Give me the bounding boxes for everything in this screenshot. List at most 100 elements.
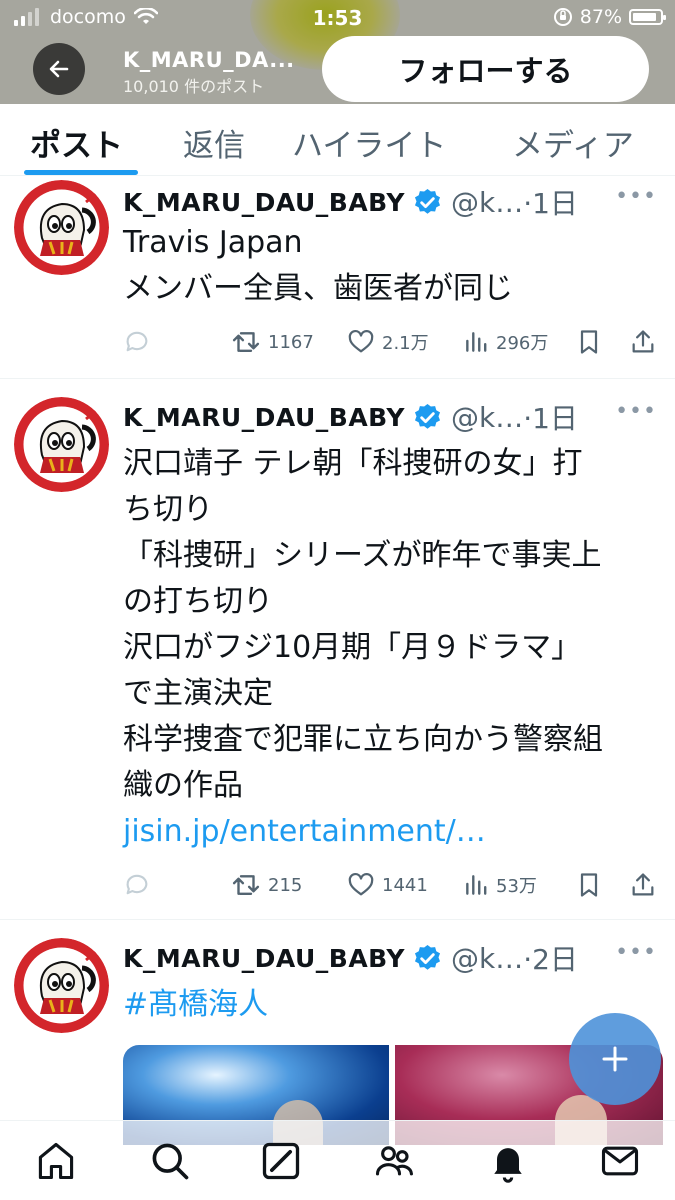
retweet-count: 215 <box>268 874 303 896</box>
reply-icon <box>126 331 148 352</box>
tweet-text: Travis Japan メンバー全員、歯医者が同じ <box>123 220 513 312</box>
profile-header: docomo 1:53 87% K_MARU_DA... 10,010 件のポス… <box>0 0 675 104</box>
views-button[interactable]: 296万 <box>463 322 548 362</box>
tweet[interactable]: K_MARU_DAU_BABY @k… ·1日 ••• Travis Japan… <box>0 176 675 379</box>
tweet-header: K_MARU_DAU_BABY @k… ·1日 <box>123 182 578 222</box>
notifications-icon[interactable] <box>486 1139 530 1183</box>
reply-button[interactable] <box>123 865 151 905</box>
bookmark-icon <box>580 873 598 897</box>
retweet-button[interactable]: 1167 <box>231 322 314 362</box>
tweet-text-line: 科学捜査で犯罪に立ち向かう警察組 <box>123 722 603 757</box>
tweet-actions: 215 1441 53万 <box>123 865 663 905</box>
reply-button[interactable] <box>123 322 151 362</box>
status-bar: docomo 1:53 87% <box>0 0 675 34</box>
bookmark-icon <box>580 330 598 354</box>
avatar[interactable] <box>14 938 109 1033</box>
tab-posts[interactable]: ポスト <box>30 120 123 165</box>
follow-button[interactable]: フォローする <box>322 36 649 102</box>
more-options-icon[interactable]: ••• <box>615 940 657 965</box>
tab-highlights[interactable]: ハイライト <box>292 120 446 165</box>
tweet-header: K_MARU_DAU_BABY @k… ·2日 <box>123 938 578 978</box>
views-icon <box>466 875 487 895</box>
bottom-navigation <box>0 1120 675 1200</box>
header-profile-name: K_MARU_DA... <box>123 48 295 72</box>
compose-plus-icon <box>602 1046 628 1072</box>
verified-badge-icon <box>414 403 441 429</box>
tweet-author-name[interactable]: K_MARU_DAU_BABY <box>123 944 405 973</box>
header-post-count: 10,010 件のポスト <box>123 77 265 96</box>
avatar[interactable] <box>14 180 109 275</box>
more-options-icon[interactable]: ••• <box>615 184 657 209</box>
view-count: 296万 <box>496 333 549 354</box>
like-count: 2.1万 <box>382 333 429 354</box>
verified-badge-icon <box>414 188 441 214</box>
tweet-author-name[interactable]: K_MARU_DAU_BABY <box>123 403 405 432</box>
share-icon <box>632 330 654 353</box>
like-button[interactable]: 1441 <box>347 865 428 905</box>
reply-icon <box>126 874 148 895</box>
bookmark-button[interactable] <box>575 865 603 905</box>
tweet-text-line: で主演決定 <box>123 676 273 711</box>
share-icon <box>632 873 654 896</box>
tweet-text-line: 沢口靖子 テレ朝「科捜研の女」打 <box>123 446 583 481</box>
profile-tabs: ポスト 返信 ハイライト メディア <box>0 104 675 176</box>
compose-button[interactable] <box>569 1013 661 1105</box>
tab-replies[interactable]: 返信 <box>183 120 245 165</box>
like-icon <box>348 872 374 896</box>
tweet-text-line: メンバー全員、歯医者が同じ <box>123 271 513 306</box>
verified-badge-icon <box>414 944 441 970</box>
bookmark-button[interactable] <box>575 322 603 362</box>
avatar-mascot-icon <box>14 397 109 492</box>
avatar[interactable] <box>14 397 109 492</box>
tweet-text-line: 「科捜研」シリーズが昨年で事実上 <box>123 538 602 573</box>
tab-media[interactable]: メディア <box>512 120 634 165</box>
tweet-actions: 1167 2.1万 296万 <box>123 322 663 362</box>
communities-icon[interactable] <box>372 1139 416 1183</box>
more-options-icon[interactable]: ••• <box>615 399 657 424</box>
tweet-text-line: 織の作品 <box>123 768 243 803</box>
tweet-author-handle[interactable]: @k… <box>451 401 523 434</box>
retweet-icon <box>232 875 260 895</box>
tweet[interactable]: K_MARU_DAU_BABY @k… ·1日 ••• 沢口靖子 テレ朝「科捜研… <box>0 379 675 920</box>
back-arrow-icon <box>49 60 69 78</box>
tweet-text: #髙橋海人 <box>123 982 268 1028</box>
tweet-text-line: の打ち切り <box>123 584 273 619</box>
battery-icon <box>629 9 666 25</box>
like-count: 1441 <box>382 874 428 896</box>
status-right: 87% <box>553 6 666 28</box>
views-icon <box>466 332 487 352</box>
tweet-hashtag[interactable]: #髙橋海人 <box>123 982 268 1028</box>
like-button[interactable]: 2.1万 <box>347 322 429 362</box>
tweet-timestamp[interactable]: ·2日 <box>523 938 578 978</box>
battery-percent: 87% <box>579 6 622 28</box>
tweet-timestamp[interactable]: ·1日 <box>523 182 578 222</box>
tweet-link[interactable]: jisin.jp/entertainment/… <box>123 809 603 855</box>
tweet-author-name[interactable]: K_MARU_DAU_BABY <box>123 188 405 217</box>
active-tab-indicator <box>24 170 138 175</box>
tweet-text: 沢口靖子 テレ朝「科捜研の女」打 ち切り 「科捜研」シリーズが昨年で事実上 の打… <box>123 441 603 855</box>
messages-icon[interactable] <box>598 1139 642 1183</box>
orientation-lock-icon <box>553 8 572 26</box>
tweet-author-handle[interactable]: @k… <box>451 186 523 219</box>
retweet-button[interactable]: 215 <box>231 865 302 905</box>
tweet-text-line: 沢口がフジ10月期「月９ドラマ」 <box>123 630 582 665</box>
tweet-text-line: Travis Japan <box>123 225 303 260</box>
home-icon[interactable] <box>34 1139 78 1183</box>
like-icon <box>348 329 374 353</box>
back-button[interactable] <box>33 43 85 95</box>
view-count: 53万 <box>496 876 537 897</box>
grok-icon[interactable] <box>259 1139 303 1183</box>
retweet-icon <box>232 332 260 352</box>
share-button[interactable] <box>629 322 657 362</box>
tweet-header: K_MARU_DAU_BABY @k… ·1日 <box>123 397 578 437</box>
tweet-author-handle[interactable]: @k… <box>451 942 523 975</box>
avatar-mascot-icon <box>14 180 109 275</box>
search-icon[interactable] <box>148 1139 192 1183</box>
share-button[interactable] <box>629 865 657 905</box>
tweet-text-line: ち切り <box>123 492 213 527</box>
avatar-mascot-icon <box>14 938 109 1033</box>
battery-level <box>633 13 656 21</box>
retweet-count: 1167 <box>268 331 314 353</box>
tweet-timestamp[interactable]: ·1日 <box>523 397 578 437</box>
views-button[interactable]: 53万 <box>463 865 537 905</box>
